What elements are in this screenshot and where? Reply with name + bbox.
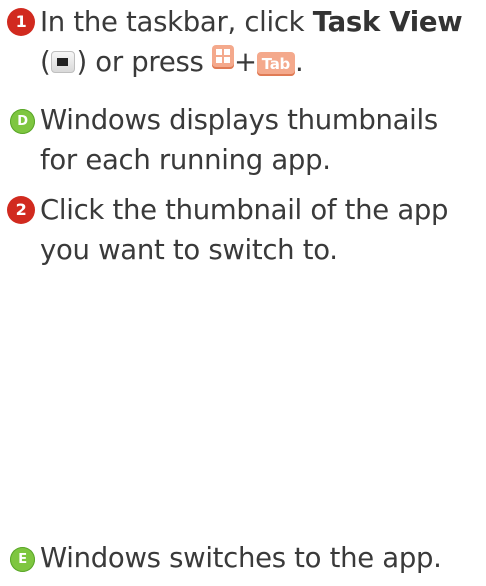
windows-key-icon [211, 45, 234, 69]
callout-e: E Windows switches to the app. [0, 538, 476, 578]
task-view-label: Task View [312, 6, 463, 38]
step-number-badge: 2 [7, 196, 35, 224]
callout-e-text: Windows switches to the app. [40, 542, 442, 574]
tab-key: Tab [256, 52, 295, 76]
step-1-text: In the taskbar, click Task View () or pr… [40, 6, 463, 78]
step-2: 2 Click the thumbnail of the app you wan… [0, 190, 476, 270]
callout-d-text: Windows displays thumbnails for each run… [40, 104, 438, 176]
step-1: 1 In the taskbar, click Task View () or … [0, 2, 476, 82]
callout-badge: E [10, 547, 35, 572]
step-2-text: Click the thumbnail of the app you want … [40, 194, 449, 266]
callout-badge: D [10, 109, 35, 134]
step-number-badge: 1 [7, 8, 35, 36]
task-view-icon [51, 51, 76, 73]
callout-d: D Windows displays thumbnails for each r… [0, 100, 476, 180]
